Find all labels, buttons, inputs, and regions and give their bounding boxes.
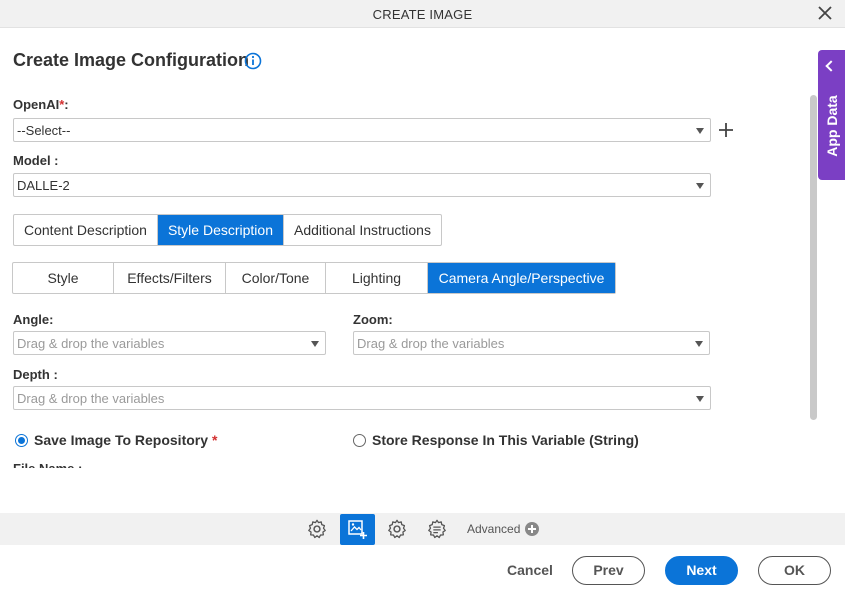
create-image-step-button[interactable] — [340, 514, 375, 545]
save-to-repository-option[interactable]: Save Image To Repository * — [15, 432, 217, 448]
step-toolbar: Advanced — [0, 513, 845, 545]
zoom-placeholder: Drag & drop the variables — [357, 336, 505, 351]
openai-select-value: --Select-- — [17, 123, 71, 138]
file-name-label: File Name : — [13, 462, 82, 468]
zoom-label: Zoom: — [353, 312, 393, 327]
dialog-title: CREATE IMAGE — [372, 7, 473, 22]
list-settings-icon[interactable] — [426, 518, 448, 540]
chevron-down-icon — [696, 396, 704, 402]
angle-input[interactable]: Drag & drop the variables — [13, 331, 326, 355]
required-mark: * — [212, 432, 218, 448]
scrollbar[interactable] — [810, 95, 817, 420]
depth-placeholder: Drag & drop the variables — [17, 391, 165, 406]
model-label: Model : — [13, 153, 59, 168]
openai-label: OpenAI*: — [13, 97, 69, 112]
gear-icon[interactable] — [306, 518, 328, 540]
tab-effects-filters[interactable]: Effects/Filters — [114, 263, 226, 293]
tab-color-tone[interactable]: Color/Tone — [226, 263, 326, 293]
model-select-value: DALLE-2 — [17, 178, 70, 193]
chevron-down-icon — [696, 128, 704, 134]
store-in-variable-radio[interactable] — [353, 433, 366, 447]
next-button[interactable]: Next — [665, 556, 738, 585]
ok-button[interactable]: OK — [758, 556, 831, 585]
add-openai-icon[interactable] — [718, 122, 734, 138]
tab-content-description[interactable]: Content Description — [14, 215, 158, 245]
cancel-button[interactable]: Cancel — [495, 556, 565, 585]
image-add-icon — [348, 520, 367, 539]
info-icon[interactable] — [244, 52, 262, 70]
close-icon[interactable] — [817, 5, 833, 21]
style-tabs: Style Effects/Filters Color/Tone Lightin… — [12, 262, 616, 294]
depth-input[interactable]: Drag & drop the variables — [13, 386, 711, 410]
model-select[interactable]: DALLE-2 — [13, 173, 711, 197]
chevron-left-icon — [825, 60, 837, 72]
save-to-repository-radio[interactable] — [15, 433, 28, 447]
tab-lighting[interactable]: Lighting — [326, 263, 428, 293]
depth-label: Depth : — [13, 367, 58, 382]
settings-icon[interactable] — [386, 518, 408, 540]
chevron-down-icon — [696, 183, 704, 189]
store-in-variable-label: Store Response In This Variable (String) — [372, 432, 639, 448]
prev-button[interactable]: Prev — [572, 556, 645, 585]
app-data-label: App Data — [824, 95, 840, 157]
tab-additional-instructions[interactable]: Additional Instructions — [284, 215, 441, 245]
angle-label: Angle: — [13, 312, 54, 327]
chevron-down-icon — [695, 341, 703, 347]
angle-placeholder: Drag & drop the variables — [17, 336, 165, 351]
prompt-tabs: Content Description Style Description Ad… — [13, 214, 442, 246]
plus-circle-icon[interactable] — [525, 522, 539, 536]
zoom-input[interactable]: Drag & drop the variables — [353, 331, 710, 355]
tab-camera-angle-perspective[interactable]: Camera Angle/Perspective — [428, 263, 615, 293]
chevron-down-icon — [311, 341, 319, 347]
openai-select[interactable]: --Select-- — [13, 118, 711, 142]
advanced-label[interactable]: Advanced — [467, 522, 520, 536]
store-in-variable-option[interactable]: Store Response In This Variable (String) — [353, 432, 639, 448]
save-to-repository-label: Save Image To Repository — [34, 432, 209, 448]
tab-style[interactable]: Style — [13, 263, 114, 293]
app-data-panel-toggle[interactable]: App Data — [818, 50, 845, 180]
dialog-titlebar: CREATE IMAGE — [0, 0, 845, 28]
page-title: Create Image Configuration — [13, 50, 250, 70]
tab-style-description[interactable]: Style Description — [157, 215, 284, 245]
